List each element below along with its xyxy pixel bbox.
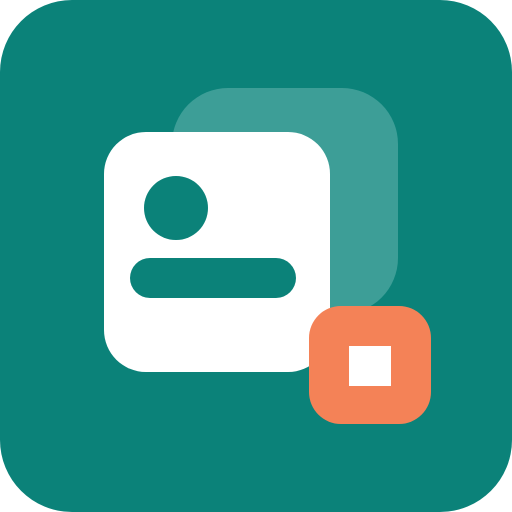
stop-badge [309,306,431,424]
stop-icon [349,346,391,386]
avatar-icon [144,176,208,240]
contact-card-icon [104,132,330,372]
app-icon [0,0,512,512]
text-line [130,258,296,298]
